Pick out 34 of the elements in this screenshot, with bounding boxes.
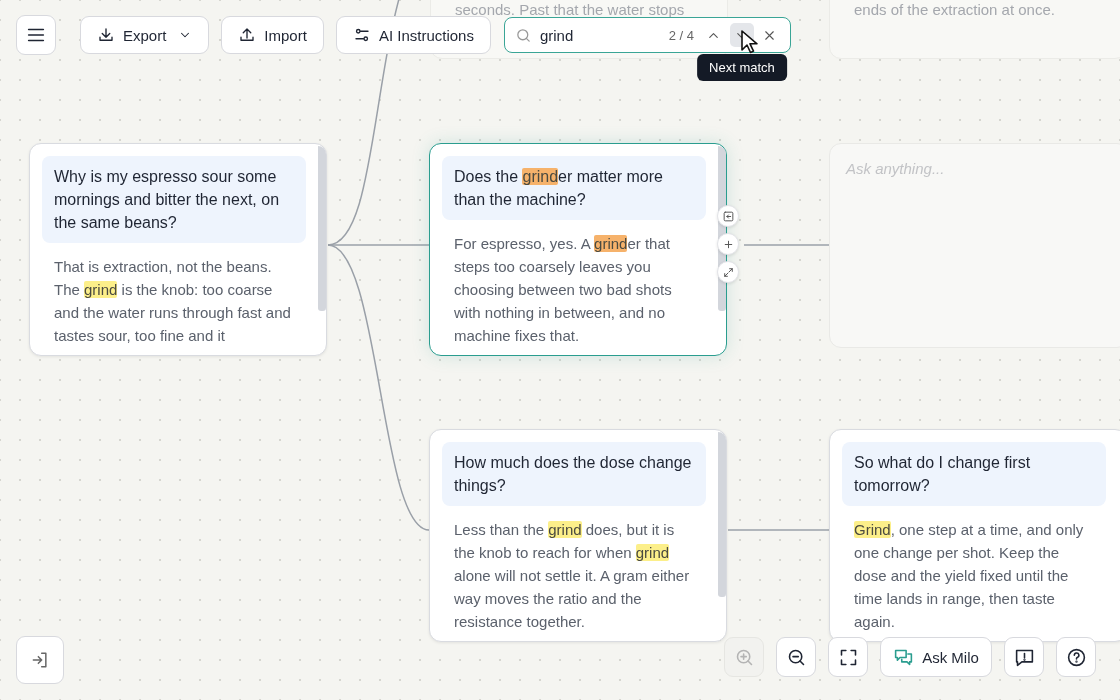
tooltip: Next match bbox=[697, 54, 787, 81]
zoom-out-button[interactable] bbox=[776, 637, 816, 677]
import-button[interactable]: Import bbox=[221, 16, 324, 54]
sidebar-toggle-button[interactable] bbox=[16, 636, 64, 684]
question-text: Why is my espresso sour some mornings and bitter the next, on the same beans? bbox=[42, 156, 306, 243]
download-icon bbox=[97, 26, 115, 44]
search-icon bbox=[514, 26, 532, 44]
sliders-icon bbox=[352, 26, 371, 44]
upload-icon bbox=[238, 26, 257, 44]
question-text: So what do I change first tomorrow? bbox=[842, 442, 1106, 506]
branch-icon bbox=[721, 209, 735, 223]
instructions-button[interactable]: AI Instructions bbox=[335, 16, 491, 54]
node-action-button[interactable] bbox=[717, 233, 739, 255]
question-text: How much does the dose change things? bbox=[442, 442, 706, 506]
answer-text: That is extraction, not the beans. The grind is the knob: too coarse and the water runs through fast and tastes sour, too fine and it bbox=[53, 257, 292, 346]
answer-text: For espresso, yes. A grinder that steps too coarsely leaves you choosing between two bad shots with nothing in between, and no machine fixes that. bbox=[453, 234, 673, 346]
feedback-button[interactable] bbox=[1004, 637, 1044, 677]
menu-button[interactable] bbox=[16, 15, 56, 55]
sign-in-icon bbox=[30, 650, 50, 670]
help-button[interactable] bbox=[1056, 637, 1096, 677]
export-button[interactable]: Export bbox=[80, 16, 210, 54]
expand-icon bbox=[721, 265, 735, 279]
ask-button[interactable]: Ask Milo bbox=[880, 637, 992, 677]
node-card[interactable]: So what do I change first tomorrow? Grind, one step at a time, and only one change per shot. Keep the dose and the yield fixed until the time lands in range, then taste again. bbox=[829, 429, 1120, 642]
node-card[interactable]: How much does the dose change things? Less than the grind does, but it is the knob to reach for when grind alone will not settle it. A gram either way moves the ratio and the resistance together. bbox=[429, 429, 727, 642]
answer-text: Grind, one step at a time, and only one change per shot. Keep the dose and the yield fixed until the time lands in range, then taste again. bbox=[853, 520, 1085, 632]
match-count: 2 / 4 bbox=[668, 27, 694, 43]
fit-view-button[interactable] bbox=[828, 637, 868, 677]
answer-text: Less than the grind does, but it is the knob to reach for when grind alone will not settle it. A gram either way moves the ratio and the resistance together. bbox=[453, 520, 691, 632]
help-icon bbox=[1065, 646, 1087, 668]
answer-text: ends of the extraction at once. bbox=[854, 0, 1056, 20]
node-card[interactable] bbox=[29, 143, 327, 356]
scrollbar[interactable] bbox=[318, 146, 326, 311]
scrollbar[interactable] bbox=[718, 432, 726, 597]
